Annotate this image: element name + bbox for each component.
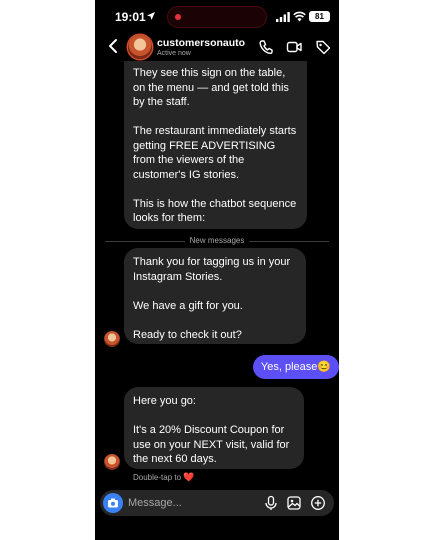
heart-icon: ❤️ [183,472,195,482]
chat-header: customersonauto Active now [95,34,339,62]
gallery-icon[interactable] [286,495,302,511]
contact-name[interactable]: customersonauto [157,37,245,49]
battery-indicator: 81 [309,11,330,22]
bot-message-coupon[interactable]: Here you go: It's a 20% Discount Coupon … [124,387,304,469]
back-chevron-icon[interactable] [107,38,119,54]
phone-icon[interactable] [258,39,274,55]
user-message-reply[interactable]: Yes, please😊 [253,355,339,379]
microphone-icon[interactable] [263,495,279,511]
double-tap-text: Double-tap to [133,473,182,482]
status-time: 19:01 [115,10,146,24]
divider-label: New messages [184,236,250,245]
message-composer [100,490,334,516]
sender-avatar[interactable] [104,454,120,470]
contact-avatar[interactable] [128,35,152,59]
message-input[interactable] [128,493,258,513]
tag-icon[interactable] [315,39,331,55]
cellular-signal-icon [276,12,290,22]
status-bar: 19:01 81 [95,0,339,34]
location-arrow-icon [147,12,155,20]
dynamic-island [167,6,267,28]
camera-icon [108,498,118,508]
sender-avatar[interactable] [104,331,120,347]
recording-dot-icon [175,14,181,20]
video-camera-icon[interactable] [286,39,302,55]
plus-circle-icon[interactable] [310,495,326,511]
bot-message-gift[interactable]: Thank you for tagging us in your Instagr… [124,248,306,344]
contact-status: Active now [157,50,191,57]
phone-screen: 19:01 81 customersonauto Active now They… [95,0,339,540]
bot-message-previous[interactable]: They see this sign on the table, on the … [124,61,307,229]
double-tap-hint: Double-tap to ❤️ [133,472,194,483]
wifi-icon [293,11,306,22]
camera-button[interactable] [103,493,123,513]
new-messages-divider: New messages [105,236,329,246]
